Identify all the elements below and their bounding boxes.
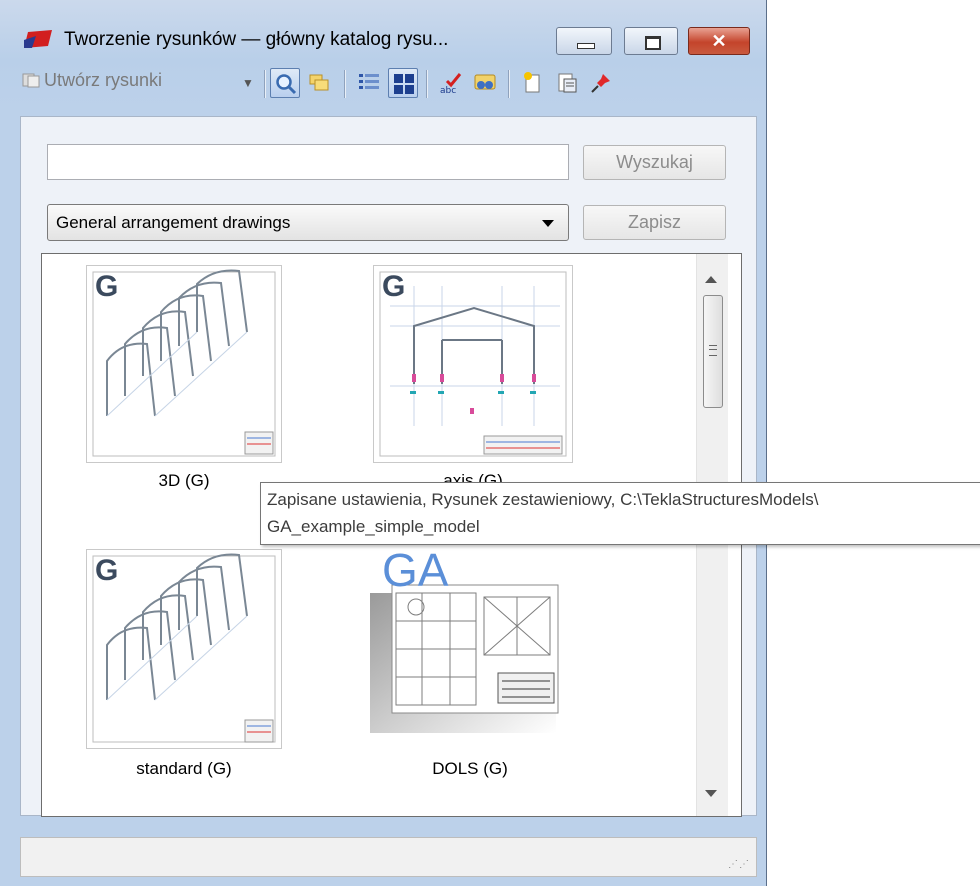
document-properties-icon (558, 73, 577, 93)
list-view-icon (359, 74, 379, 89)
window-title: Tworzenie rysunków — główny katalog rysu… (64, 29, 449, 50)
pin-button[interactable] (586, 68, 616, 98)
binoculars-button[interactable] (470, 68, 500, 98)
tooltip-line-2: GA_example_simple_model (267, 517, 480, 536)
search-button[interactable]: Wyszukaj (583, 145, 726, 180)
thumbnail-view-button[interactable] (388, 68, 418, 98)
toolbar-separator (344, 70, 346, 98)
binoculars-icon (474, 74, 496, 90)
drawing-badge: G (95, 554, 119, 587)
pin-icon (591, 74, 610, 93)
folders-button[interactable] (304, 68, 334, 98)
thumbnail-view-icon (394, 74, 414, 94)
minimize-button[interactable] (556, 27, 612, 55)
drawing-creation-window: Tworzenie rysunków — główny katalog rysu… (0, 0, 767, 886)
maximize-icon (645, 36, 661, 50)
folders-icon (309, 74, 329, 91)
new-document-icon (524, 72, 540, 93)
list-item-caption: standard (G) (136, 759, 232, 778)
tooltip: Zapisane ustawienia, Rysunek zestawienio… (260, 482, 980, 545)
maximize-button[interactable] (624, 27, 678, 55)
svg-text:abc: abc (440, 86, 456, 95)
drawing-badge: G (382, 270, 406, 303)
properties-button[interactable] (552, 68, 582, 98)
drawing-type-select[interactable]: General arrangement drawings (47, 204, 569, 241)
minimize-icon (577, 43, 595, 49)
search-view-button[interactable] (270, 68, 300, 98)
app-icon (24, 30, 52, 48)
grip-icon (709, 345, 717, 356)
drawing-thumbnail (370, 584, 559, 733)
create-dropdown-arrow-icon[interactable]: ▼ (242, 76, 254, 90)
drawing-thumbnail: G (86, 549, 282, 749)
tooltip-line-1: Zapisane ustawienia, Rysunek zestawienio… (267, 490, 819, 509)
magnifier-icon (276, 74, 297, 95)
new-item-button[interactable] (518, 68, 548, 98)
drawing-badge: G (95, 270, 119, 303)
spell-check-button[interactable]: abc (436, 68, 466, 98)
scroll-up-arrow-icon[interactable] (705, 276, 717, 283)
toolbar-separator (508, 70, 510, 98)
list-item-caption: DOLS (G) (432, 759, 508, 778)
drawing-type-selected: General arrangement drawings (56, 213, 291, 232)
drawing-badge: GA (382, 544, 449, 596)
close-icon: ✕ (711, 31, 727, 51)
close-button[interactable]: ✕ (688, 27, 750, 55)
list-view-button[interactable] (354, 68, 384, 98)
chevron-down-icon (542, 220, 554, 227)
resize-grip-icon[interactable]: ⋰⋰ (728, 859, 750, 870)
title-bar[interactable]: Tworzenie rysunków — główny katalog rysu… (0, 0, 767, 55)
status-bar: ⋰⋰ (20, 837, 757, 877)
drawing-thumbnail: G (373, 265, 573, 463)
create-drawings-button[interactable]: Utwórz rysunki (22, 70, 162, 91)
scroll-down-arrow-icon[interactable] (705, 790, 717, 797)
search-input[interactable] (47, 144, 569, 180)
create-drawings-label: Utwórz rysunki (44, 70, 163, 90)
toolbar-separator (264, 70, 266, 98)
drawing-thumbnail: G (86, 265, 282, 463)
create-drawings-icon (22, 73, 40, 88)
toolbar-separator (426, 70, 428, 98)
toolbar: Utwórz rysunki ▼ abc (12, 64, 757, 102)
scrollbar-thumb[interactable] (703, 295, 723, 408)
spell-check-icon: abc (440, 73, 462, 95)
save-button[interactable]: Zapisz (583, 205, 726, 240)
